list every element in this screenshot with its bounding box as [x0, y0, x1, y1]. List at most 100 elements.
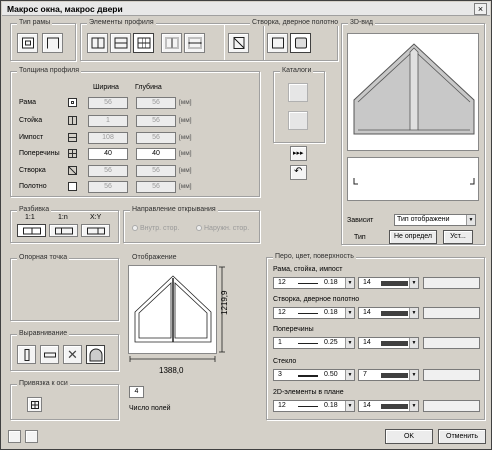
unit-label: [мм] — [179, 150, 192, 157]
opening-outer-label: Наружн. стор. — [204, 225, 250, 232]
display-preview[interactable] — [128, 265, 217, 354]
color-select[interactable]: 14 ▼ — [358, 307, 419, 319]
thickness-depth-input[interactable]: 56 — [136, 165, 176, 177]
color-select[interactable]: 7 ▼ — [358, 369, 419, 381]
opening-outer-radio[interactable]: Наружн. стор. — [196, 225, 249, 232]
thickness-width-input[interactable]: 56 — [88, 165, 128, 177]
catalogs-legend: Каталоги — [280, 67, 314, 74]
close-button[interactable]: × — [474, 3, 487, 15]
unit-label: [мм] — [179, 167, 192, 174]
cancel-button[interactable]: Отменить — [438, 429, 486, 444]
thickness-depth-input[interactable]: 56 — [136, 115, 176, 127]
surface-button[interactable] — [423, 369, 480, 381]
frame-type-group: Тип рамы — [10, 19, 76, 61]
sash-brush-button[interactable] — [290, 33, 311, 53]
color-number: 14 — [363, 339, 371, 346]
depends-select[interactable]: Тип отображени ▼ — [394, 214, 476, 226]
profile-mullion-button[interactable] — [87, 33, 108, 53]
arrow-right-icon: ▸▸▸ — [293, 150, 304, 157]
pen-thickness: 0.25 — [324, 339, 338, 346]
type-label: Тип — [354, 234, 366, 241]
apply-arrows-button[interactable]: ▸▸▸ — [290, 146, 307, 161]
catalog-button-1[interactable] — [288, 83, 308, 102]
pen-number: 1 — [278, 339, 282, 346]
split-xy-button[interactable] — [81, 224, 110, 237]
profile-transom-button[interactable] — [110, 33, 131, 53]
fields-count-input[interactable]: 4 — [129, 386, 144, 398]
title-bar: Макрос окна, макрос двери × — [2, 2, 490, 16]
thickness-width-input[interactable]: 40 — [88, 148, 128, 160]
thickness-row-label: Поперечины — [19, 150, 60, 157]
thickness-depth-input[interactable]: 56 — [136, 132, 176, 144]
unit-label: [мм] — [179, 99, 192, 106]
pen-select[interactable]: 3 0.50 ▼ — [273, 369, 355, 381]
pen-thickness: 0.18 — [324, 402, 338, 409]
line-weight-icon — [298, 283, 318, 284]
align-horizontal-button[interactable] — [40, 345, 59, 364]
pen-select[interactable]: 12 0.18 ▼ — [273, 307, 355, 319]
thickness-depth-input[interactable]: 40 — [136, 148, 176, 160]
axis-anchor-button[interactable] — [27, 397, 42, 412]
profile-split-v-button[interactable] — [161, 33, 182, 53]
save-favorite-icon[interactable] — [8, 430, 21, 443]
frame-closed-button[interactable] — [17, 33, 38, 53]
opening-inner-radio[interactable]: Внутр. стор. — [132, 225, 179, 232]
align-arc-button[interactable] — [86, 345, 105, 364]
macro-dialog: Макрос окна, макрос двери × Тип рамы Эле… — [0, 0, 492, 450]
anchor-group: Опорная точка — [10, 254, 119, 321]
thickness-width-input[interactable]: 56 — [88, 97, 128, 109]
depth-column-header: Глубина — [135, 84, 162, 91]
chevron-down-icon: ▼ — [345, 308, 354, 318]
pen-thickness: 0.18 — [324, 309, 338, 316]
surface-button[interactable] — [423, 277, 480, 289]
thickness-width-input[interactable]: 1 — [88, 115, 128, 127]
load-favorite-icon[interactable] — [25, 430, 38, 443]
window-title: Макрос окна, макрос двери — [7, 4, 123, 14]
catalog-button-2[interactable] — [288, 111, 308, 130]
pen-thickness: 0.50 — [324, 371, 338, 378]
color-select[interactable]: 14 ▼ — [358, 400, 419, 412]
pen-thickness: 0.18 — [324, 279, 338, 286]
align-vertical-button[interactable] — [17, 345, 36, 364]
color-number: 14 — [363, 402, 371, 409]
split-1-1-button[interactable] — [17, 224, 46, 237]
surface-button[interactable] — [423, 307, 480, 319]
thickness-depth-input[interactable]: 56 — [136, 97, 176, 109]
ok-button[interactable]: OK — [385, 429, 433, 444]
undo-button[interactable]: ↶ — [290, 165, 307, 180]
align-cross-button[interactable]: ✕ — [63, 345, 82, 364]
thickness-depth-input[interactable]: 56 — [136, 181, 176, 193]
profile-row-icon — [68, 98, 77, 107]
anchor-legend: Опорная точка — [17, 254, 70, 261]
pen-select[interactable]: 12 0.18 ▼ — [273, 277, 355, 289]
sash-tilt-button[interactable] — [228, 33, 249, 53]
pen-row-label: 2D-элементы в плане — [273, 389, 344, 396]
depends-label: Зависит — [347, 217, 374, 224]
plan-preview[interactable] — [347, 157, 479, 201]
type-set-button[interactable]: Уст... — [443, 230, 473, 244]
split-1-n-button[interactable] — [49, 224, 78, 237]
catalogs-group: Каталоги — [273, 67, 325, 143]
pen-select[interactable]: 1 0.25 ▼ — [273, 337, 355, 349]
thickness-row-label: Створка — [19, 167, 46, 174]
type-undefined-button[interactable]: Не определ — [389, 230, 437, 244]
profile-grid-button[interactable] — [133, 33, 154, 53]
thickness-width-input[interactable]: 56 — [88, 181, 128, 193]
surface-button[interactable] — [423, 337, 480, 349]
sash-plain-button[interactable] — [267, 33, 288, 53]
chevron-down-icon: ▼ — [345, 401, 354, 411]
color-swatch-icon — [381, 341, 408, 346]
color-select[interactable]: 14 ▼ — [358, 277, 419, 289]
chevron-down-icon: ▼ — [345, 278, 354, 288]
split-1-n-label: 1:n — [58, 214, 68, 221]
view3d-preview[interactable] — [347, 33, 479, 151]
frame-open-button[interactable] — [42, 33, 63, 53]
surface-button[interactable] — [423, 400, 480, 412]
axis-legend: Привязка к оси — [17, 380, 70, 387]
pen-row-label: Створка, дверное полотно — [273, 296, 360, 303]
pen-select[interactable]: 12 0.18 ▼ — [273, 400, 355, 412]
thickness-width-input[interactable]: 108 — [88, 132, 128, 144]
color-select[interactable]: 14 ▼ — [358, 337, 419, 349]
display-group: Отображение 1388,0 1219,9 4 Число полей — [123, 254, 260, 418]
profile-split-h-button[interactable] — [184, 33, 205, 53]
